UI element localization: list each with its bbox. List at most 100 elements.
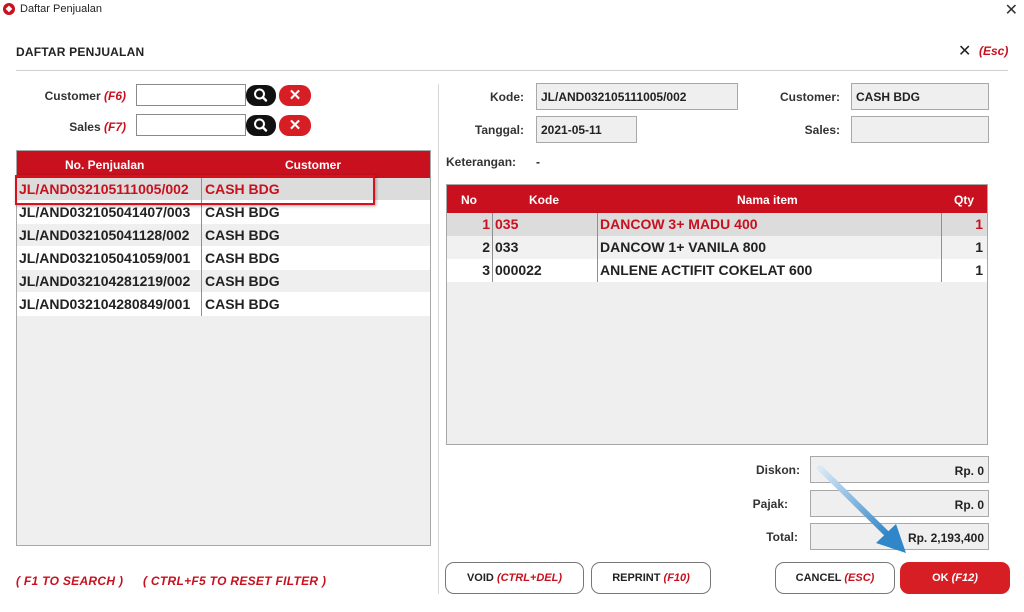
sales-label: Sales:	[804, 123, 840, 137]
customer-filter-input[interactable]	[136, 84, 246, 106]
table-row[interactable]: 1 035 DANCOW 3+ MADU 400 1	[447, 213, 987, 236]
window-titlebar: ◆ Daftar Penjualan ✕	[0, 0, 1024, 20]
customer-cell: CASH BDG	[205, 181, 280, 197]
sales-no-cell: JL/AND032104280849/001	[19, 296, 191, 312]
table-row[interactable]: JL/AND032105041128/002 CASH BDG	[17, 224, 430, 247]
total-label: Total:	[766, 530, 798, 544]
item-kode-cell: 033	[495, 239, 519, 255]
cancel-button-label: CANCEL	[795, 572, 842, 584]
table-row[interactable]: JL/AND032104280849/001 CASH BDG	[17, 293, 430, 316]
sales-no-cell: JL/AND032104281219/002	[19, 273, 191, 289]
customer-clear-button[interactable]: ✕	[279, 85, 311, 106]
reset-filter-shortcut-hint: ( CTRL+F5 TO RESET FILTER )	[143, 574, 327, 588]
item-no-cell: 3	[482, 262, 490, 278]
customer-cell: CASH BDG	[205, 273, 280, 289]
reprint-button[interactable]: REPRINT (F10)	[591, 562, 711, 594]
column-divider	[201, 247, 202, 270]
col-header-nama-item[interactable]: Nama item	[737, 193, 798, 207]
window-close-icon[interactable]: ✕	[1005, 0, 1018, 20]
column-divider	[597, 236, 598, 259]
column-divider	[201, 270, 202, 293]
sales-clear-button[interactable]: ✕	[279, 115, 311, 136]
close-icon[interactable]: ✕	[958, 41, 971, 61]
item-no-cell: 2	[482, 239, 490, 255]
column-divider	[201, 178, 202, 201]
total-field: Rp. 2,193,400	[810, 523, 989, 550]
void-button-label: VOID	[466, 572, 494, 584]
col-header-kode[interactable]: Kode	[529, 193, 559, 207]
kode-label: Kode:	[490, 90, 524, 104]
items-header: No Kode Nama item Qty	[447, 185, 987, 213]
column-divider	[941, 213, 942, 236]
diskon-label: Diskon:	[755, 463, 800, 477]
void-button-key: (CTRL+DEL)	[496, 572, 563, 584]
item-kode-cell: 000022	[495, 262, 542, 278]
column-divider	[941, 259, 942, 282]
customer-field: CASH BDG	[851, 83, 989, 110]
customer-filter-key: (F6)	[104, 89, 126, 103]
customer-cell: CASH BDG	[205, 204, 280, 220]
ok-button-label: OK	[932, 572, 949, 584]
page-title: DAFTAR PENJUALAN	[16, 45, 145, 59]
col-header-qty[interactable]: Qty	[954, 193, 974, 207]
ok-button[interactable]: OK (F12)	[900, 562, 1010, 594]
header-divider	[16, 70, 1008, 71]
keterangan-value: -	[536, 155, 540, 169]
keterangan-label: Keterangan:	[446, 155, 517, 169]
table-row[interactable]: 2 033 DANCOW 1+ VANILA 800 1	[447, 236, 987, 259]
customer-cell: CASH BDG	[205, 250, 280, 266]
sales-filter-key: (F7)	[104, 120, 126, 134]
panel-divider	[438, 84, 439, 594]
pajak-label: Pajak:	[752, 497, 788, 511]
customer-search-button[interactable]	[246, 85, 276, 106]
customer-cell: CASH BDG	[205, 227, 280, 243]
item-qty-cell: 1	[975, 262, 983, 278]
col-header-no-penjualan[interactable]: No. Penjualan	[65, 158, 144, 172]
sales-no-cell: JL/AND032105041128/002	[19, 227, 190, 243]
column-divider	[597, 259, 598, 282]
kode-field: JL/AND032105111005/002	[536, 83, 738, 110]
search-shortcut-hint: ( F1 TO SEARCH )	[16, 574, 124, 588]
customer-filter-label: Customer (F6)	[20, 89, 126, 103]
customer-cell: CASH BDG	[205, 296, 280, 312]
sales-list-header: No. Penjualan Customer	[17, 151, 430, 178]
sales-field	[851, 116, 989, 143]
item-qty-cell: 1	[975, 239, 983, 255]
tanggal-label: Tanggal:	[474, 123, 524, 137]
cancel-button-key: (ESC)	[844, 572, 875, 584]
sales-list-grid[interactable]: No. Penjualan Customer JL/AND03210511100…	[16, 150, 431, 546]
item-nama-cell: DANCOW 1+ VANILA 800	[600, 239, 767, 255]
sales-filter-input[interactable]	[136, 114, 246, 136]
tanggal-field: 2021-05-11	[536, 116, 637, 143]
void-button[interactable]: VOID (CTRL+DEL)	[445, 562, 584, 594]
table-row[interactable]: JL/AND032105041059/001 CASH BDG	[17, 247, 430, 270]
item-no-cell: 1	[482, 216, 490, 232]
reprint-button-label: REPRINT	[612, 572, 661, 584]
column-divider	[492, 259, 493, 282]
search-icon	[254, 118, 268, 132]
sales-no-cell: JL/AND032105041059/001	[19, 250, 191, 266]
sales-no-cell: JL/AND032105111005/002	[19, 181, 189, 197]
column-divider	[201, 201, 202, 224]
table-row[interactable]: JL/AND032104281219/002 CASH BDG	[17, 270, 430, 293]
reprint-button-key: (F10)	[663, 572, 690, 584]
sales-filter-label-text: Sales	[69, 120, 101, 134]
app-logo-icon: ◆	[3, 3, 15, 15]
table-row[interactable]: 3 000022 ANLENE ACTIFIT COKELAT 600 1	[447, 259, 987, 282]
sales-no-cell: JL/AND032105041407/003	[19, 204, 191, 220]
window-title: Daftar Penjualan	[20, 3, 102, 15]
sales-filter-label: Sales (F7)	[20, 120, 126, 134]
sales-search-button[interactable]	[246, 115, 276, 136]
column-divider	[597, 213, 598, 236]
col-header-no[interactable]: No	[461, 193, 477, 207]
customer-filter-label-text: Customer	[44, 89, 101, 103]
search-icon	[254, 88, 268, 102]
table-row[interactable]: JL/AND032105041407/003 CASH BDG	[17, 201, 430, 224]
cancel-button[interactable]: CANCEL (ESC)	[775, 562, 895, 594]
item-kode-cell: 035	[495, 216, 519, 232]
ok-button-key: (F12)	[951, 572, 978, 584]
diskon-field: Rp. 0	[810, 456, 989, 483]
table-row[interactable]: JL/AND032105111005/002 CASH BDG	[17, 178, 430, 201]
col-header-customer[interactable]: Customer	[285, 158, 341, 172]
items-grid[interactable]: No Kode Nama item Qty 1 035 DANCOW 3+ MA…	[446, 184, 988, 445]
